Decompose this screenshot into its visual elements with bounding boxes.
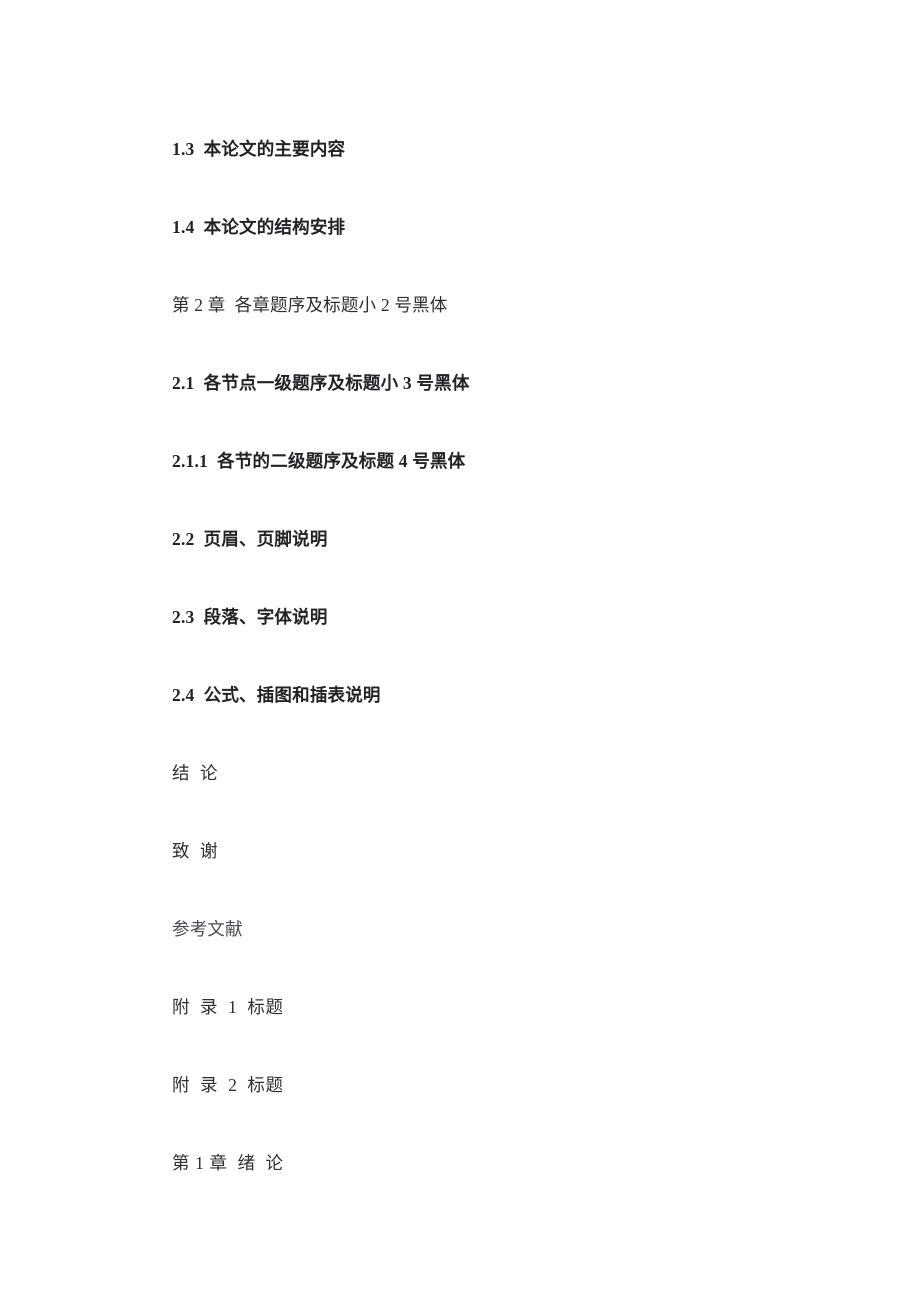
line-appendix-2: 附 录 2 标题 xyxy=(172,1075,284,1095)
line-appendix-1: 附 录 1 标题 xyxy=(172,997,284,1017)
line-1-4: 1.4 本论文的结构安排 xyxy=(172,217,346,237)
line-2-1: 2.1 各节点一级题序及标题小 3 号黑体 xyxy=(172,373,470,393)
line-2-3: 2.3 段落、字体说明 xyxy=(172,607,328,627)
line-thanks: 致 谢 xyxy=(172,841,219,861)
line-ch1: 第 1 章 绪 论 xyxy=(172,1153,284,1173)
line-ch2: 第 2 章 各章题序及标题小 2 号黑体 xyxy=(172,295,448,315)
line-2-2: 2.2 页眉、页脚说明 xyxy=(172,529,328,549)
document-page: 1.3 本论文的主要内容 1.4 本论文的结构安排第 2 章 各章题序及标题小 2… xyxy=(0,0,920,1302)
line-1-3: 1.3 本论文的主要内容 xyxy=(172,139,346,159)
line-2-1-1: 2.1.1 各节的二级题序及标题 4 号黑体 xyxy=(172,451,466,471)
line-conclusion: 结 论 xyxy=(172,763,219,783)
document-text-block: 1.3 本论文的主要内容 1.4 本论文的结构安排第 2 章 各章题序及标题小 2… xyxy=(172,136,860,1228)
line-2-4: 2.4 公式、插图和插表说明 xyxy=(172,685,381,705)
line-references: 参考文献 xyxy=(172,919,243,939)
